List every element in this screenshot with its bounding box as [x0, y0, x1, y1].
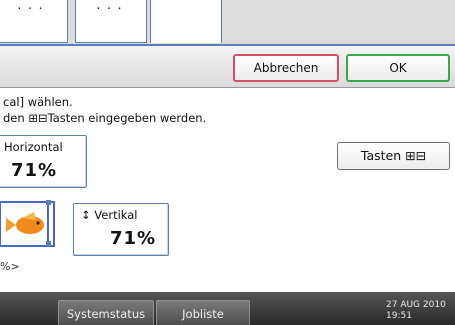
cancel-button[interactable]: Abbrechen: [233, 54, 339, 82]
top-tab-3[interactable]: [150, 0, 222, 43]
status-datetime: 27 AUG 2010 19:51: [386, 300, 446, 322]
vertical-arrow-icon: ↕: [81, 208, 91, 222]
status-time: 19:51: [386, 311, 412, 321]
jobliste-button[interactable]: Jobliste: [156, 300, 250, 325]
top-tab-strip: ... ...: [0, 0, 455, 45]
header-bar: Abbrechen OK: [0, 46, 455, 88]
systemstatus-button[interactable]: Systemstatus: [58, 300, 154, 325]
status-date: 27 AUG 2010: [386, 300, 446, 310]
ok-button[interactable]: OK: [346, 54, 450, 82]
fish-preview-icon: [0, 198, 60, 248]
copier-screen: ... ... Abbrechen OK cal] wählen. den ⊞⊟…: [0, 0, 455, 325]
vertical-label-wrap: ↕ Vertikal: [81, 208, 137, 222]
top-tab-1[interactable]: ...: [0, 0, 68, 43]
instruction-line-2: den ⊞⊟Tasten eingegeben werden.: [3, 111, 207, 125]
horizontal-label: Horizontal: [4, 140, 63, 154]
preview-image: [0, 198, 60, 248]
top-tab-2[interactable]: ...: [75, 0, 147, 43]
horizontal-value: 71%: [11, 160, 58, 181]
top-tab-1-label: ...: [16, 0, 48, 12]
vertical-ratio-button[interactable]: ↕ Vertikal 71%: [73, 203, 169, 256]
top-tab-2-label: ...: [95, 0, 127, 12]
tasten-button[interactable]: Tasten ⊞⊟: [337, 142, 450, 170]
unit-label: %>: [0, 260, 20, 273]
horizontal-ratio-button[interactable]: Horizontal 71%: [0, 135, 87, 188]
vertical-label: Vertikal: [94, 208, 138, 222]
vertical-value: 71%: [110, 228, 157, 249]
instruction-line-1: cal] wählen.: [3, 95, 73, 109]
